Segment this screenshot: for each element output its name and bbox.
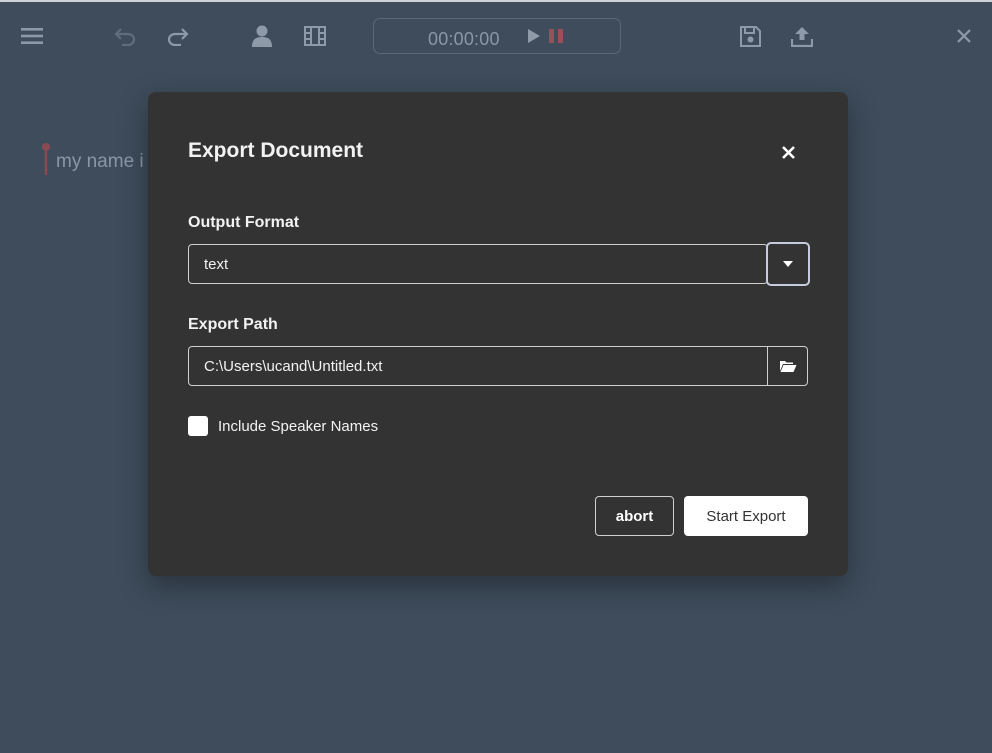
output-format-select[interactable]: text xyxy=(188,244,768,284)
output-format-value: text xyxy=(204,256,229,273)
upload-icon[interactable] xyxy=(787,21,817,51)
film-icon[interactable] xyxy=(300,21,330,51)
transcript-text[interactable]: my name i xyxy=(56,151,144,173)
include-speaker-names-label[interactable]: Include Speaker Names xyxy=(218,418,378,435)
playback-timer: 00:00:00 xyxy=(373,18,621,54)
dialog-title: Export Document xyxy=(188,139,364,162)
output-format-dropdown-button[interactable] xyxy=(766,242,810,286)
export-path-value: C:\Users\ucand\Untitled.txt xyxy=(204,358,383,375)
toolbar: 00:00:00 xyxy=(0,2,992,72)
browse-folder-button[interactable] xyxy=(767,346,808,386)
time-display: 00:00:00 xyxy=(428,29,500,49)
dialog-close-icon[interactable] xyxy=(776,140,800,164)
undo-icon[interactable] xyxy=(110,21,140,51)
start-export-button[interactable]: Start Export xyxy=(684,496,808,536)
export-dialog: Export Document Output Format text Expor… xyxy=(148,92,848,576)
close-window-icon[interactable] xyxy=(949,21,979,51)
redo-icon[interactable] xyxy=(163,21,193,51)
export-path-input[interactable]: C:\Users\ucand\Untitled.txt xyxy=(188,346,808,386)
export-path-label: Export Path xyxy=(188,316,278,333)
menu-icon[interactable] xyxy=(17,21,47,51)
output-format-label: Output Format xyxy=(188,214,300,231)
caret-down-icon xyxy=(783,261,793,267)
speaker-icon[interactable] xyxy=(247,21,277,51)
abort-button[interactable]: abort xyxy=(595,496,674,536)
cursor-pin-icon xyxy=(42,143,50,175)
save-icon[interactable] xyxy=(735,21,765,51)
include-speaker-names-checkbox[interactable] xyxy=(188,416,208,436)
folder-open-icon xyxy=(780,361,797,372)
pause-icon[interactable] xyxy=(541,21,571,51)
